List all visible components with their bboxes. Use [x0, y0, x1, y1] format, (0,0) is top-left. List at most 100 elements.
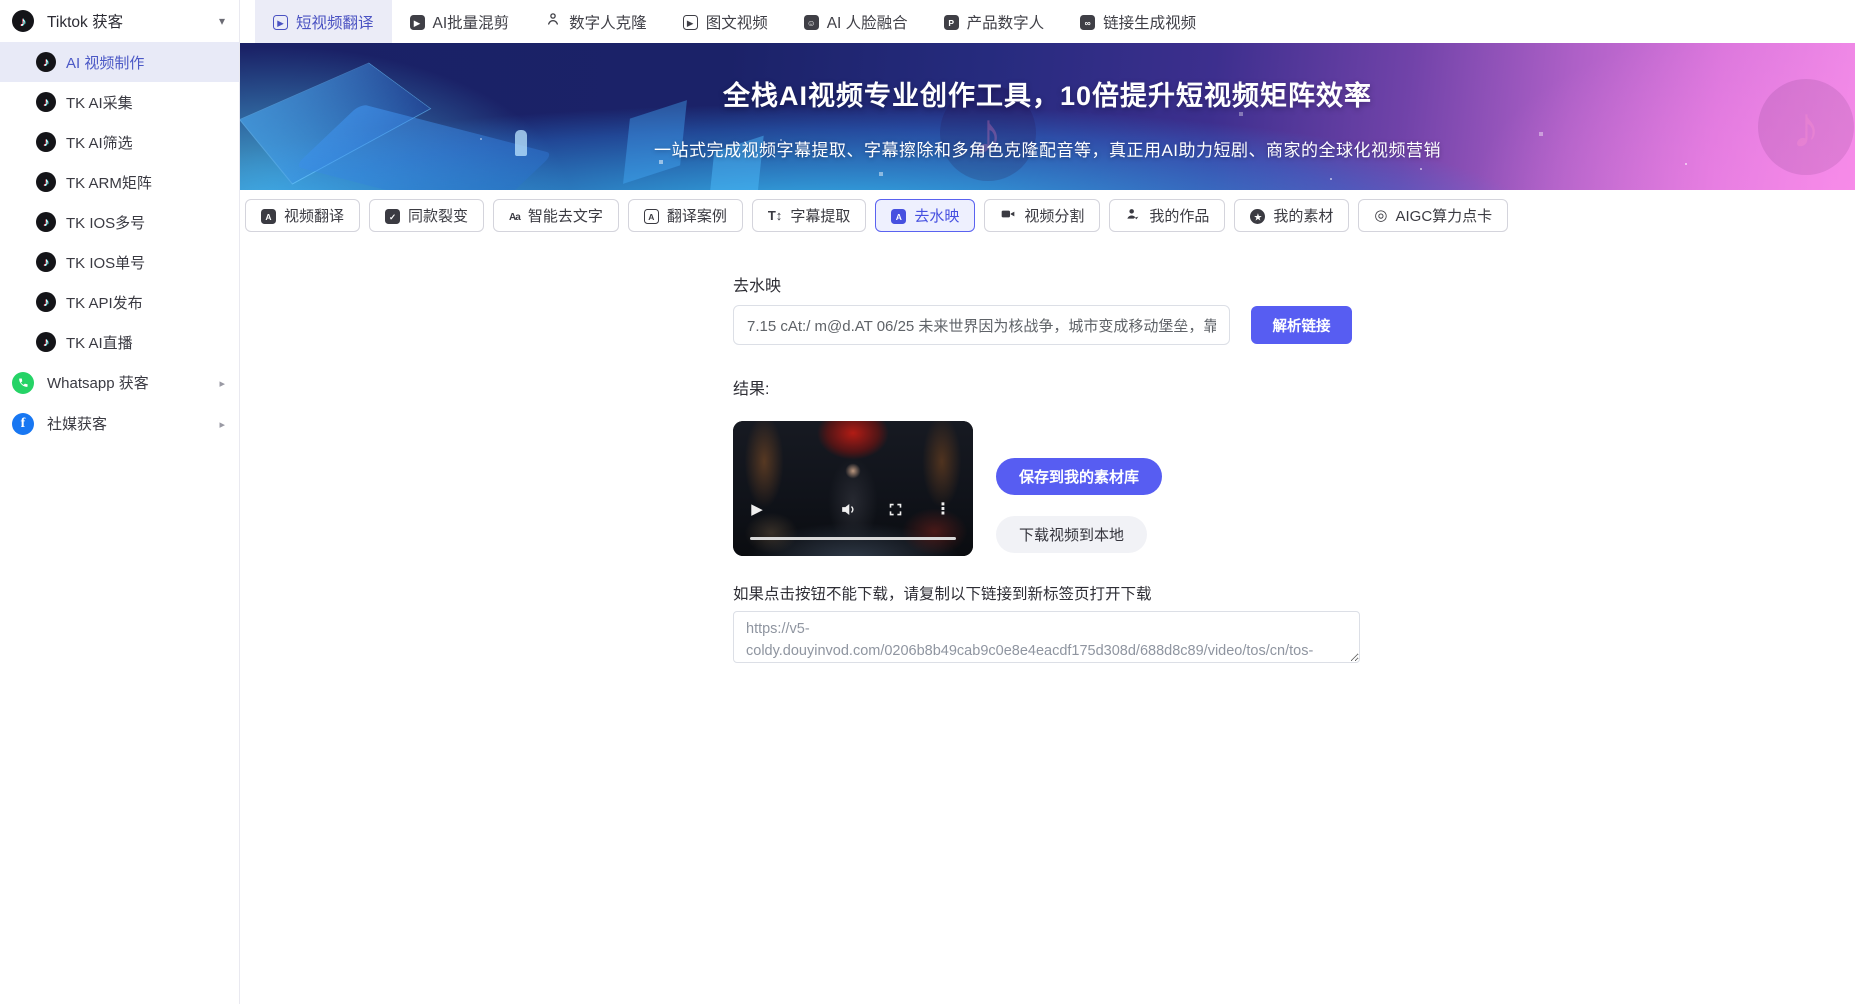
section-title: 去水映: [733, 272, 1855, 296]
sidebar-item-label: TK ARM矩阵: [66, 172, 152, 193]
topnav-tab-label: 产品数字人: [967, 11, 1045, 33]
topnav-tab-label: AI批量混剪: [433, 11, 510, 33]
tool-tab-my-assets[interactable]: ★ 我的素材: [1234, 199, 1349, 232]
share-link-input[interactable]: [733, 305, 1230, 345]
my-works-icon: [1125, 206, 1141, 226]
chevron-right-icon: ▸: [219, 374, 225, 391]
whatsapp-icon: [12, 372, 34, 394]
sidebar-group-whatsapp[interactable]: Whatsapp 获客 ▸: [0, 362, 239, 403]
remove-text-icon: Aa: [509, 207, 520, 224]
video-progress-bar[interactable]: [750, 537, 956, 541]
tiktok-icon: ♪: [12, 10, 34, 32]
save-to-assets-button[interactable]: 保存到我的素材库: [996, 458, 1162, 495]
sidebar-item-label: TK AI筛选: [66, 132, 133, 153]
product-human-fill-icon: P: [944, 13, 959, 31]
tool-tab-label: 同款裂变: [408, 205, 468, 226]
download-url-textarea[interactable]: https://v5-coldy.douyinvod.com/0206b8b49…: [733, 611, 1360, 663]
app-root: ♪ Tiktok 获客 ▾ ♪ AI 视频制作 ♪ TK AI采集 ♪ TK A…: [0, 0, 1855, 1004]
tiktok-icon: ♪: [36, 292, 56, 312]
top-navigation: ▶ 短视频翻译 ▶ AI批量混剪 数字人克隆 ▶ 图文视频 ☺ AI 人脸融合 …: [240, 0, 1855, 43]
sidebar-item-ai-video-creation[interactable]: ♪ AI 视频制作: [0, 42, 239, 82]
result-row: ▶ ⋮ 保存到我的素材库 下载视频到本地: [733, 421, 1855, 556]
tiktok-icon: ♪: [36, 252, 56, 272]
sidebar-header-tiktok[interactable]: ♪ Tiktok 获客 ▾: [0, 0, 239, 42]
tool-tab-aigc-credits[interactable]: ◎ AIGC算力点卡: [1358, 199, 1508, 232]
tool-tab-video-split[interactable]: 视频分割: [984, 199, 1100, 232]
chevron-right-icon: ▸: [219, 415, 225, 432]
banner-subtitle: 一站式完成视频字幕提取、字幕擦除和多角色克隆配音等，真正用AI助力短剧、商家的全…: [240, 136, 1855, 161]
topnav-tab-label: AI 人脸融合: [827, 11, 908, 33]
sidebar-item-tk-api-publish[interactable]: ♪ TK API发布: [0, 282, 239, 322]
result-label: 结果:: [733, 375, 1855, 399]
tool-tab-same-style-fission[interactable]: ✓ 同款裂变: [369, 199, 484, 232]
tool-tab-label: 智能去文字: [528, 205, 603, 226]
tool-tab-label: 字幕提取: [790, 205, 850, 226]
player-menu-icon[interactable]: ⋮: [933, 497, 953, 521]
sidebar-group-social-media[interactable]: f 社媒获客 ▸: [0, 403, 239, 444]
tool-tab-label: 视频翻译: [284, 205, 344, 226]
tool-tab-watermark-removal[interactable]: A 去水映: [875, 199, 975, 232]
video-poster: [733, 421, 973, 556]
tool-tab-label: 视频分割: [1024, 205, 1084, 226]
video-play-outline-icon: ▶: [683, 13, 698, 31]
tiktok-icon: ♪: [36, 172, 56, 192]
sidebar-item-tk-arm-matrix[interactable]: ♪ TK ARM矩阵: [0, 162, 239, 202]
sidebar-item-tk-ios-single[interactable]: ♪ TK IOS单号: [0, 242, 239, 282]
sidebar-item-tk-ai-live[interactable]: ♪ TK AI直播: [0, 322, 239, 362]
tiktok-icon: ♪: [36, 92, 56, 112]
tool-tab-smart-text-removal[interactable]: Aa 智能去文字: [493, 199, 619, 232]
translate-case-icon: A: [644, 207, 659, 225]
video-translate-icon: A: [261, 207, 276, 225]
topnav-tab-link-to-video[interactable]: ∞ 链接生成视频: [1062, 0, 1214, 43]
parse-link-button[interactable]: 解析链接: [1251, 306, 1352, 344]
sidebar-item-tk-ai-filter[interactable]: ♪ TK AI筛选: [0, 122, 239, 162]
tool-tab-my-works[interactable]: 我的作品: [1109, 199, 1225, 232]
volume-icon[interactable]: [837, 498, 859, 520]
topnav-tab-label: 链接生成视频: [1103, 11, 1196, 33]
tool-tab-translate-cases[interactable]: A 翻译案例: [628, 199, 743, 232]
sidebar-group-label: Whatsapp 获客: [47, 372, 219, 393]
sidebar-item-tk-ios-multi[interactable]: ♪ TK IOS多号: [0, 202, 239, 242]
result-buttons: 保存到我的素材库 下载视频到本地: [996, 421, 1162, 556]
download-video-button[interactable]: 下载视频到本地: [996, 516, 1147, 553]
person-icon: [545, 11, 561, 32]
tiktok-icon: ♪: [36, 52, 56, 72]
banner-sparkles: [240, 43, 242, 45]
main-area: ▶ 短视频翻译 ▶ AI批量混剪 数字人克隆 ▶ 图文视频 ☺ AI 人脸融合 …: [240, 0, 1855, 1004]
topnav-tab-short-video-translate[interactable]: ▶ 短视频翻译: [255, 0, 392, 43]
aigc-credits-icon: ◎: [1374, 207, 1387, 224]
tool-tab-label: 我的作品: [1149, 205, 1209, 226]
sidebar-item-label: TK AI直播: [66, 332, 133, 353]
video-play-outline-icon: ▶: [273, 13, 288, 31]
video-player[interactable]: ▶ ⋮: [733, 421, 973, 556]
topnav-tab-ai-batch-clip[interactable]: ▶ AI批量混剪: [392, 0, 528, 43]
content-area: 去水映 解析链接 结果: ▶ ⋮ 保存到我的素材库 下载视频到本地: [240, 232, 1855, 1004]
tool-tab-video-translate[interactable]: A 视频翻译: [245, 199, 360, 232]
topnav-tab-image-text-video[interactable]: ▶ 图文视频: [665, 0, 786, 43]
topnav-tab-ai-face-fusion[interactable]: ☺ AI 人脸融合: [786, 0, 926, 43]
face-fill-icon: ☺: [804, 13, 819, 31]
play-icon[interactable]: ▶: [745, 497, 769, 521]
sidebar-item-label: TK API发布: [66, 292, 143, 313]
sidebar: ♪ Tiktok 获客 ▾ ♪ AI 视频制作 ♪ TK AI采集 ♪ TK A…: [0, 0, 240, 1004]
sidebar-item-label: AI 视频制作: [66, 52, 144, 73]
facebook-icon: f: [12, 413, 34, 435]
sidebar-item-label: TK AI采集: [66, 92, 133, 113]
tool-tab-subtitle-extract[interactable]: T↕ 字幕提取: [752, 199, 866, 232]
tool-tab-label: 翻译案例: [667, 205, 727, 226]
video-play-fill-icon: ▶: [410, 13, 425, 31]
topnav-tab-digital-human-clone[interactable]: 数字人克隆: [527, 0, 665, 43]
sidebar-item-label: TK IOS单号: [66, 252, 145, 273]
topnav-tab-label: 数字人克隆: [569, 11, 647, 33]
topnav-tab-product-digital-human[interactable]: P 产品数字人: [926, 0, 1063, 43]
fullscreen-icon[interactable]: [885, 499, 905, 519]
tiktok-icon: ♪: [36, 132, 56, 152]
check-fill-icon: ✓: [385, 207, 400, 225]
sidebar-item-tk-ai-collect[interactable]: ♪ TK AI采集: [0, 82, 239, 122]
my-assets-icon: ★: [1250, 207, 1265, 225]
parse-input-row: 解析链接: [733, 305, 1855, 345]
tool-tab-label: AIGC算力点卡: [1395, 205, 1492, 226]
watermark-remove-icon: A: [891, 207, 906, 225]
topnav-tab-label: 图文视频: [706, 11, 768, 33]
tiktok-icon: ♪: [36, 332, 56, 352]
